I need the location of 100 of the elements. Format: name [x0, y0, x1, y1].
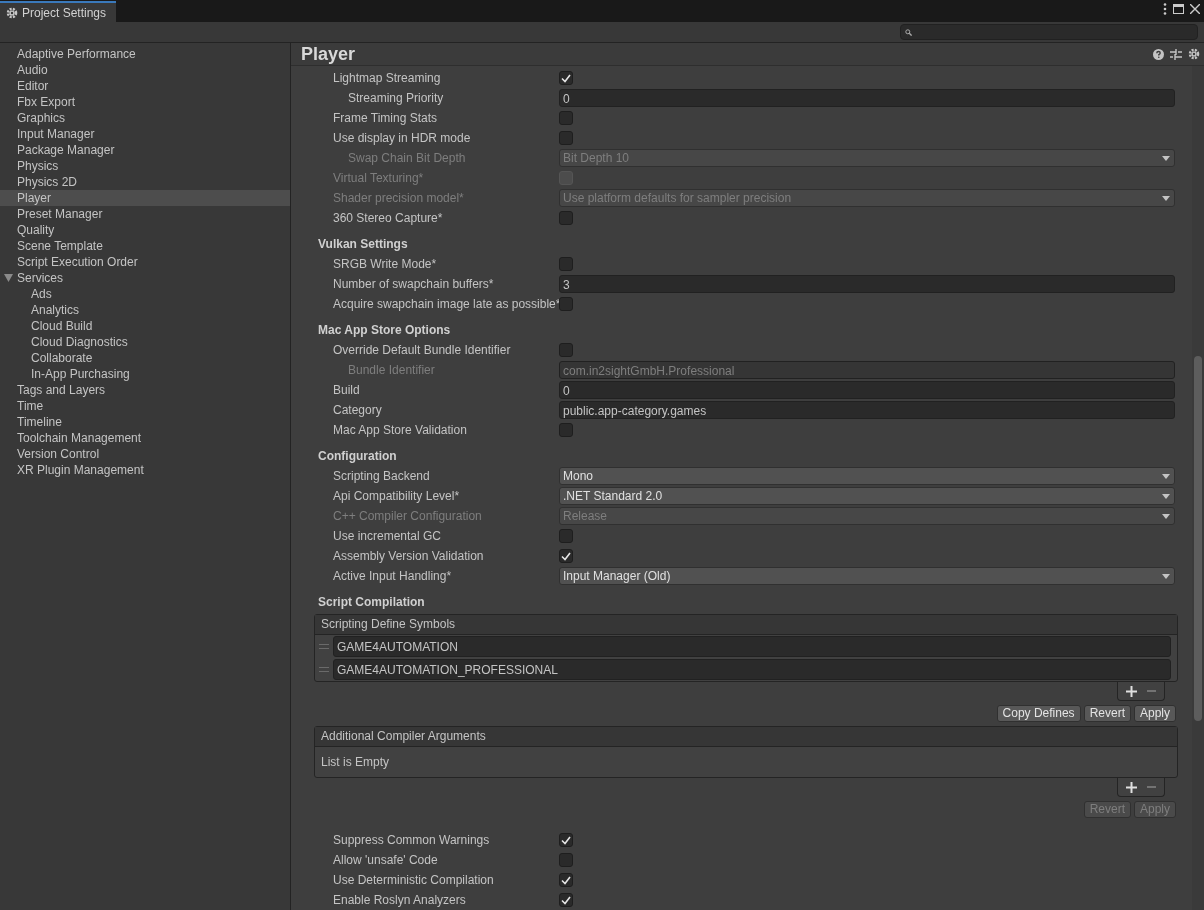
window-tab[interactable]: Project Settings [0, 1, 117, 22]
sidebar-item[interactable]: Editor [0, 78, 290, 94]
field-label: 360 Stereo Capture* [332, 211, 444, 225]
field-label: Shader precision model* [332, 191, 465, 205]
sidebar-item[interactable]: Analytics [0, 302, 290, 318]
maximize-icon[interactable] [1173, 4, 1184, 14]
empty-list-text: List is Empty [320, 754, 390, 771]
field-label: Use Deterministic Compilation [332, 873, 495, 887]
expand-triangle-icon[interactable] [4, 274, 13, 282]
sliders-icon[interactable] [1170, 48, 1182, 60]
sidebar-item[interactable]: Player [0, 190, 290, 206]
sidebar-item[interactable]: Ads [0, 286, 290, 302]
list-item-field[interactable]: GAME4AUTOMATION_PROFESSIONAL [333, 659, 1171, 680]
settings-icon [6, 6, 18, 19]
checkbox[interactable] [559, 343, 573, 357]
section-header: Script Compilation [318, 594, 426, 611]
checkbox[interactable] [559, 893, 573, 907]
action-button[interactable]: Apply [1133, 705, 1176, 722]
checkbox[interactable] [559, 853, 573, 867]
field-label: Api Compatibility Level* [332, 489, 461, 503]
checkbox[interactable] [559, 71, 573, 85]
sidebar-item[interactable]: Graphics [0, 110, 290, 126]
sidebar-item[interactable]: In-App Purchasing [0, 366, 290, 382]
more-icon[interactable] [1163, 3, 1167, 15]
field-label: Frame Timing Stats [332, 111, 439, 125]
sidebar-item[interactable]: Physics [0, 158, 290, 174]
checkbox[interactable] [559, 211, 573, 225]
sidebar-item[interactable]: Cloud Build [0, 318, 290, 334]
close-icon[interactable] [1190, 4, 1200, 14]
sidebar-item[interactable]: Fbx Export [0, 94, 290, 110]
sidebar-item[interactable]: Quality [0, 222, 290, 238]
action-button[interactable]: Revert [1083, 705, 1131, 722]
dropdown[interactable]: .NET Standard 2.0 [559, 487, 1175, 505]
drag-handle-icon[interactable] [319, 644, 329, 649]
field-label: Number of swapchain buffers* [332, 277, 495, 291]
list-item-field[interactable]: GAME4AUTOMATION [333, 636, 1171, 657]
checkbox[interactable] [559, 529, 573, 543]
text-field[interactable]: 0 [559, 381, 1175, 399]
sidebar-item[interactable]: Physics 2D [0, 174, 290, 190]
sidebar-item[interactable]: Audio [0, 62, 290, 78]
sidebar-item[interactable]: Input Manager [0, 126, 290, 142]
field-label: Assembly Version Validation [332, 549, 485, 563]
scrollbar-thumb[interactable] [1194, 356, 1202, 721]
sidebar-item[interactable]: Scene Template [0, 238, 290, 254]
drag-handle-icon[interactable] [319, 667, 329, 672]
sidebar-item[interactable]: Tags and Layers [0, 382, 290, 398]
checkbox[interactable] [559, 873, 573, 887]
plus-icon[interactable] [1126, 781, 1137, 793]
action-button[interactable]: Copy Defines [996, 705, 1081, 722]
dropdown[interactable]: Mono [559, 467, 1175, 485]
sidebar-item[interactable]: Adaptive Performance [0, 46, 290, 62]
plus-icon[interactable] [1126, 685, 1137, 697]
sidebar-item[interactable]: Time [0, 398, 290, 414]
caret-icon [1162, 195, 1170, 201]
sidebar-item[interactable]: Timeline [0, 414, 290, 430]
dropdown[interactable]: Input Manager (Old) [559, 567, 1175, 585]
checkbox[interactable] [559, 549, 573, 563]
checkbox[interactable] [559, 131, 573, 145]
field-label: SRGB Write Mode* [332, 257, 438, 271]
sidebar-item[interactable]: XR Plugin Management [0, 462, 290, 478]
check-icon [561, 551, 571, 561]
field-label: Category [332, 403, 383, 417]
checkbox[interactable] [559, 257, 573, 271]
field-label: Bundle Identifier [347, 363, 436, 377]
field-label: Active Input Handling* [332, 569, 453, 583]
sidebar-item[interactable]: Preset Manager [0, 206, 290, 222]
sidebar-item[interactable]: Toolchain Management [0, 430, 290, 446]
checkbox[interactable] [559, 111, 573, 125]
sidebar-item[interactable]: Script Execution Order [0, 254, 290, 270]
field-label: Virtual Texturing* [332, 171, 425, 185]
list-header: Scripting Define Symbols [315, 615, 1177, 635]
text-field[interactable]: 3 [559, 275, 1175, 293]
field-label: C++ Compiler Configuration [332, 509, 483, 523]
caret-icon [1162, 155, 1170, 161]
sidebar-item[interactable]: Collaborate [0, 350, 290, 366]
text-field[interactable]: 0 [559, 89, 1175, 107]
list-header: Additional Compiler Arguments [315, 727, 1177, 747]
field-label: Mac App Store Validation [332, 423, 468, 437]
field-label: Use display in HDR mode [332, 131, 472, 145]
field-label: Allow 'unsafe' Code [332, 853, 439, 867]
sidebar-item[interactable]: Package Manager [0, 142, 290, 158]
sidebar-item[interactable]: Services [0, 270, 290, 286]
field-label: Use incremental GC [332, 529, 443, 543]
checkbox[interactable] [559, 297, 573, 311]
checkbox[interactable] [559, 423, 573, 437]
section-header: Mac App Store Options [318, 322, 452, 339]
help-icon[interactable] [1153, 48, 1164, 60]
checkbox[interactable] [559, 833, 573, 847]
panel-title: Player [301, 43, 356, 65]
sidebar-item[interactable]: Cloud Diagnostics [0, 334, 290, 350]
field-label: Lightmap Streaming [332, 71, 442, 85]
sidebar-item[interactable]: Version Control [0, 446, 290, 462]
field-label: Streaming Priority [347, 91, 445, 105]
section-header: Configuration [318, 448, 398, 465]
text-field[interactable]: public.app-category.games [559, 401, 1175, 419]
scrollbar[interactable] [1192, 66, 1204, 910]
minus-icon[interactable] [1147, 786, 1156, 788]
minus-icon[interactable] [1147, 690, 1156, 692]
settings-icon[interactable] [1188, 48, 1200, 60]
search-field[interactable] [900, 24, 1198, 40]
